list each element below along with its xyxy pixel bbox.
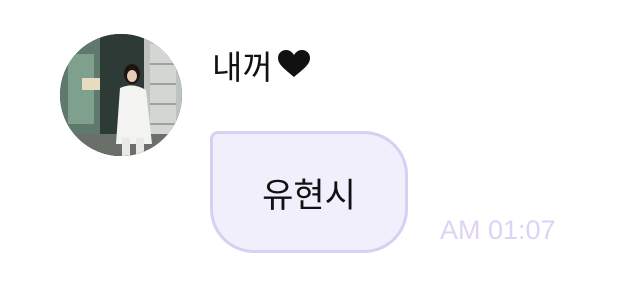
message-text: 유현시 [262, 175, 356, 216]
sender-name-label: 내꺼 [212, 48, 273, 87]
message-bubble[interactable]: 유현시 [210, 131, 408, 253]
avatar[interactable] [60, 34, 182, 156]
profile-photo-icon [60, 34, 182, 156]
sender-name: 내꺼 [212, 48, 311, 88]
chat-message-row: 내꺼 유현시 AM 01:07 [0, 0, 638, 284]
heart-icon [277, 47, 311, 87]
message-timestamp: AM 01:07 [440, 215, 556, 245]
